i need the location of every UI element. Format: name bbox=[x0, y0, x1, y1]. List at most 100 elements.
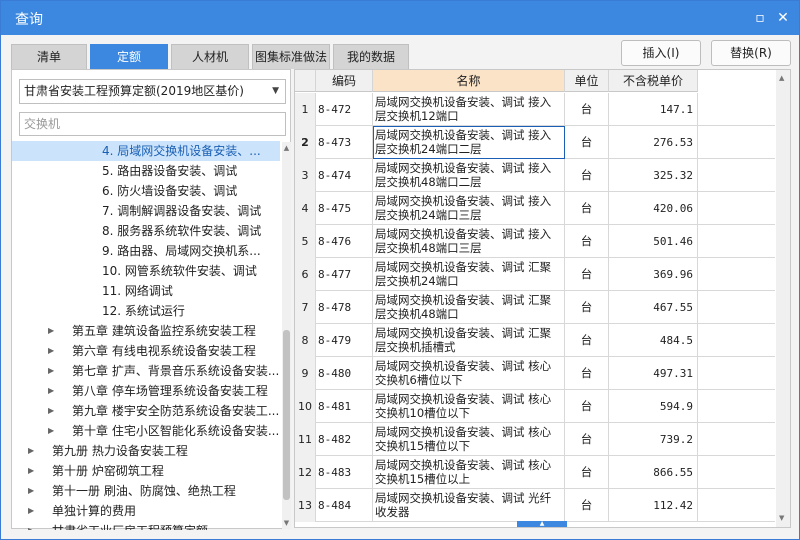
code-cell[interactable]: 8-482 bbox=[316, 423, 373, 456]
expand-arrow-icon[interactable]: ▶ bbox=[28, 501, 34, 521]
price-cell[interactable]: 369.96 bbox=[609, 258, 698, 291]
row-number[interactable]: 7 bbox=[295, 291, 316, 324]
row-number[interactable]: 1 bbox=[295, 93, 316, 126]
code-cell[interactable]: 8-478 bbox=[316, 291, 373, 324]
name-cell[interactable]: 局域网交换机设备安装、调试 汇聚层交换机插槽式 bbox=[373, 324, 565, 357]
tree-item[interactable]: ▶ 第十章 住宅小区智能化系统设备安装... bbox=[12, 421, 280, 441]
header-name[interactable]: 名称 bbox=[373, 70, 565, 92]
expand-arrow-icon[interactable]: ▶ bbox=[48, 421, 54, 441]
expand-arrow-icon[interactable]: ▶ bbox=[28, 441, 34, 461]
panel-splitter-handle[interactable]: ▲ bbox=[517, 521, 567, 527]
code-cell[interactable]: 8-475 bbox=[316, 192, 373, 225]
table-row[interactable]: 4 8-475 局域网交换机设备安装、调试 接入层交换机24端口三层台 420.06 bbox=[295, 192, 775, 225]
unit-cell[interactable]: 台 bbox=[565, 291, 609, 324]
price-cell[interactable]: 501.46 bbox=[609, 225, 698, 258]
tab-labor-material-machine[interactable]: 人材机 bbox=[171, 44, 249, 69]
row-number[interactable]: 6 bbox=[295, 258, 316, 291]
expand-arrow-icon[interactable]: ▶ bbox=[28, 481, 34, 501]
name-cell[interactable]: 局域网交换机设备安装、调试 接入层交换机24端口三层 bbox=[373, 192, 565, 225]
scroll-up-icon[interactable]: ▲ bbox=[779, 74, 784, 82]
price-cell[interactable]: 484.5 bbox=[609, 324, 698, 357]
expand-arrow-icon[interactable]: ▶ bbox=[48, 381, 54, 401]
table-row[interactable]: 11 8-482 局域网交换机设备安装、调试 核心交换机15槽位以下台 739.2 bbox=[295, 423, 775, 456]
tree-item[interactable]: ▶ 甘肃省工业厂房工程预算定额 bbox=[12, 521, 280, 530]
tab-atlas-standard[interactable]: 图集标准做法 bbox=[252, 44, 330, 69]
search-input[interactable]: 交换机 bbox=[19, 112, 286, 136]
expand-arrow-icon[interactable]: ▶ bbox=[28, 461, 34, 481]
unit-cell[interactable]: 台 bbox=[565, 126, 609, 159]
tree-item[interactable]: ▶ 第七章 扩声、背景音乐系统设备安装... bbox=[12, 361, 280, 381]
tree-item[interactable]: 10. 网管系统软件安装、调试 bbox=[12, 261, 280, 281]
table-row[interactable]: 1 8-472 局域网交换机设备安装、调试 接入层交换机12端口台 147.1 bbox=[295, 93, 775, 126]
name-cell[interactable]: 局域网交换机设备安装、调试 核心交换机6槽位以下 bbox=[373, 357, 565, 390]
tab-quota[interactable]: 定额 bbox=[90, 44, 168, 69]
price-cell[interactable]: 739.2 bbox=[609, 423, 698, 456]
name-cell[interactable]: 局域网交换机设备安装、调试 接入层交换机48端口三层 bbox=[373, 225, 565, 258]
price-cell[interactable]: 147.1 bbox=[609, 93, 698, 126]
tree-item[interactable]: 6. 防火墙设备安装、调试 bbox=[12, 181, 280, 201]
expand-arrow-icon[interactable]: ▶ bbox=[48, 321, 54, 341]
close-icon[interactable]: ✕ bbox=[774, 9, 792, 27]
tab-list[interactable]: 清单 bbox=[11, 44, 87, 69]
table-row[interactable]: 7 8-478 局域网交换机设备安装、调试 汇聚层交换机48端口台 467.55 bbox=[295, 291, 775, 324]
table-row[interactable]: 12 8-483 局域网交换机设备安装、调试 核心交换机15槽位以上台 866.55 bbox=[295, 456, 775, 489]
code-cell[interactable]: 8-483 bbox=[316, 456, 373, 489]
tree-item[interactable]: 5. 路由器设备安装、调试 bbox=[12, 161, 280, 181]
row-number[interactable]: 4 bbox=[295, 192, 316, 225]
tree-item[interactable]: 12. 系统试运行 bbox=[12, 301, 280, 321]
scroll-down-icon[interactable]: ▼ bbox=[779, 514, 784, 522]
table-row[interactable]: 2 8-473 局域网交换机设备安装、调试 接入层交换机24端口二层台 276.53 bbox=[295, 126, 775, 159]
scrollbar-thumb[interactable] bbox=[283, 330, 290, 500]
name-cell[interactable]: 局域网交换机设备安装、调试 核心交换机15槽位以上 bbox=[373, 456, 565, 489]
tree-item[interactable]: ▶ 第九册 热力设备安装工程 bbox=[12, 441, 280, 461]
code-cell[interactable]: 8-473 bbox=[316, 126, 373, 159]
table-scrollbar[interactable]: ▲ ▼ bbox=[776, 70, 790, 527]
tree-item[interactable]: ▶ 单独计算的费用 bbox=[12, 501, 280, 521]
row-number[interactable]: 2 bbox=[295, 126, 316, 159]
tree-item[interactable]: ▶ 第九章 楼宇安全防范系统设备安装工... bbox=[12, 401, 280, 421]
price-cell[interactable]: 467.55 bbox=[609, 291, 698, 324]
row-number[interactable]: 13 bbox=[295, 489, 316, 522]
code-cell[interactable]: 8-480 bbox=[316, 357, 373, 390]
code-cell[interactable]: 8-479 bbox=[316, 324, 373, 357]
row-number[interactable]: 12 bbox=[295, 456, 316, 489]
row-number[interactable]: 9 bbox=[295, 357, 316, 390]
row-number[interactable]: 5 bbox=[295, 225, 316, 258]
table-row[interactable]: 3 8-474 局域网交换机设备安装、调试 接入层交换机48端口二层台 325.32 bbox=[295, 159, 775, 192]
tree-item[interactable]: ▶ 第五章 建筑设备监控系统安装工程 bbox=[12, 321, 280, 341]
price-cell[interactable]: 420.06 bbox=[609, 192, 698, 225]
unit-cell[interactable]: 台 bbox=[565, 93, 609, 126]
tree-scrollbar[interactable]: ▲ ▼ bbox=[282, 142, 291, 529]
replace-button[interactable]: 替换(R) bbox=[711, 40, 791, 66]
row-number[interactable]: 8 bbox=[295, 324, 316, 357]
code-cell[interactable]: 8-484 bbox=[316, 489, 373, 522]
expand-arrow-icon[interactable]: ▶ bbox=[48, 341, 54, 361]
price-cell[interactable]: 497.31 bbox=[609, 357, 698, 390]
scroll-up-icon[interactable]: ▲ bbox=[282, 144, 291, 152]
header-price[interactable]: 不含税单价 bbox=[609, 70, 698, 92]
tab-my-data[interactable]: 我的数据 bbox=[333, 44, 409, 69]
tree-item[interactable]: ▶ 第十册 炉窑砌筑工程 bbox=[12, 461, 280, 481]
table-row[interactable]: 9 8-480 局域网交换机设备安装、调试 核心交换机6槽位以下台 497.31 bbox=[295, 357, 775, 390]
price-cell[interactable]: 866.55 bbox=[609, 456, 698, 489]
maximize-icon[interactable]: ▫ bbox=[751, 9, 769, 27]
row-number[interactable]: 10 bbox=[295, 390, 316, 423]
unit-cell[interactable]: 台 bbox=[565, 159, 609, 192]
name-cell[interactable]: 局域网交换机设备安装、调试 接入层交换机48端口二层 bbox=[373, 159, 565, 192]
code-cell[interactable]: 8-481 bbox=[316, 390, 373, 423]
insert-button[interactable]: 插入(I) bbox=[621, 40, 701, 66]
table-row[interactable]: 10 8-481 局域网交换机设备安装、调试 核心交换机10槽位以下台 594.9 bbox=[295, 390, 775, 423]
name-cell[interactable]: 局域网交换机设备安装、调试 接入层交换机24端口二层 bbox=[373, 126, 565, 159]
row-number[interactable]: 3 bbox=[295, 159, 316, 192]
code-cell[interactable]: 8-477 bbox=[316, 258, 373, 291]
expand-arrow-icon[interactable]: ▶ bbox=[28, 521, 34, 530]
tree-item[interactable]: 4. 局域网交换机设备安装、... bbox=[12, 141, 280, 161]
tree-item[interactable]: ▶ 第六章 有线电视系统设备安装工程 bbox=[12, 341, 280, 361]
header-unit[interactable]: 单位 bbox=[565, 70, 609, 92]
code-cell[interactable]: 8-474 bbox=[316, 159, 373, 192]
price-cell[interactable]: 325.32 bbox=[609, 159, 698, 192]
table-row[interactable]: 13 8-484 局域网交换机设备安装、调试 光纤收发器台 112.42 bbox=[295, 489, 775, 522]
unit-cell[interactable]: 台 bbox=[565, 456, 609, 489]
price-cell[interactable]: 112.42 bbox=[609, 489, 698, 522]
row-number[interactable]: 11 bbox=[295, 423, 316, 456]
